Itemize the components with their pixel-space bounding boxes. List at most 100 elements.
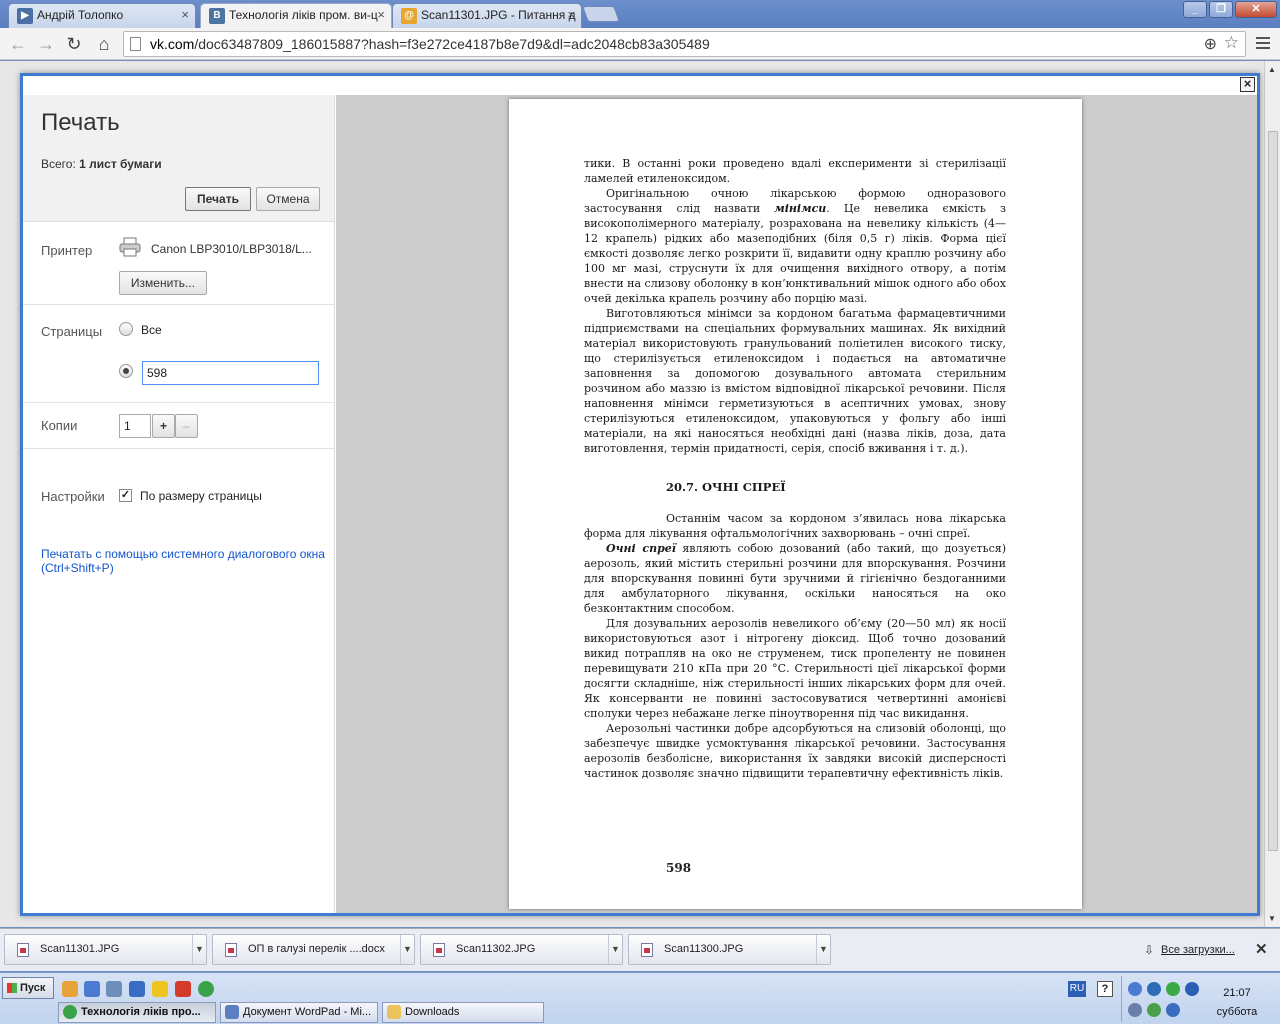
image-file-icon (433, 943, 445, 957)
copies-label: Копии (41, 418, 78, 433)
tray-app-icon[interactable] (1128, 1003, 1142, 1017)
tray-clover-icon[interactable] (1166, 982, 1180, 996)
download-item[interactable]: Scan11302.JPG ▼ (420, 934, 623, 965)
tray-antivirus-icon[interactable] (1147, 1003, 1161, 1017)
printer-label: Принтер (41, 243, 93, 258)
all-downloads-link[interactable]: Все загрузки... (1161, 944, 1235, 956)
chevron-down-icon[interactable]: ▼ (400, 935, 414, 964)
quicklaunch-1c-icon[interactable] (62, 981, 78, 997)
language-indicator[interactable]: RU (1068, 981, 1086, 997)
copies-minus-button[interactable]: – (175, 414, 198, 438)
pages-custom-radio[interactable] (119, 364, 133, 378)
pages-label: Страницы (41, 324, 103, 339)
tray-info-icon[interactable] (1185, 982, 1199, 996)
download-arrow-icon: ⇩ (1144, 943, 1155, 957)
paragraph: Останнім часом за кордоном з’явилась нов… (584, 512, 1006, 540)
home-icon[interactable]: ⌂ (92, 32, 116, 56)
paragraph: Для дозувальних аерозолів невеликого об’… (584, 617, 1006, 720)
print-title: Печать (41, 109, 120, 136)
tray-volume-icon[interactable] (1147, 982, 1161, 996)
reload-icon[interactable]: ↻ (62, 32, 86, 56)
chevron-down-icon[interactable]: ▼ (816, 935, 830, 964)
pages-all-radio[interactable] (119, 322, 133, 336)
chevron-down-icon[interactable]: ▼ (608, 935, 622, 964)
download-item[interactable]: Scan11301.JPG ▼ (4, 934, 207, 965)
page-scrollbar[interactable]: ▲ ▼ (1264, 61, 1280, 927)
paragraph: тики. В останні роки проведено вдалі екс… (584, 157, 1006, 185)
tray-bluetooth-icon[interactable] (1166, 1003, 1180, 1017)
quicklaunch-network-icon[interactable] (106, 981, 122, 997)
video-icon: ▶ (17, 8, 33, 24)
quicklaunch-chrome-icon[interactable] (198, 981, 214, 997)
mail-icon: @ (401, 8, 417, 24)
print-settings-panel: Печать Всего: 1 лист бумаги Печать Отмен… (23, 95, 335, 913)
wordpad-icon (225, 1005, 239, 1019)
quicklaunch-explorer-icon[interactable] (129, 981, 145, 997)
help-icon[interactable]: ? (1097, 981, 1113, 997)
print-button[interactable]: Печать (185, 187, 251, 211)
folder-icon (387, 1005, 401, 1019)
tab-scan[interactable]: @ Scan11301.JPG - Питання д × (392, 3, 582, 28)
start-button[interactable]: Пуск (2, 977, 54, 999)
clock-time: 21:07 (1223, 987, 1251, 999)
bookmark-star-icon[interactable]: ☆ (1224, 33, 1239, 53)
clock[interactable]: 21:07 суббота (1202, 984, 1272, 1022)
tab-andrii[interactable]: ▶ Андрій Толопко × (8, 3, 196, 28)
scroll-thumb[interactable] (1268, 131, 1278, 851)
tray-network-icon[interactable] (1128, 982, 1142, 996)
sheet-count: Всего: 1 лист бумаги (41, 157, 162, 171)
dialog-close-icon[interactable]: × (1240, 77, 1255, 92)
change-printer-button[interactable]: Изменить... (119, 271, 207, 295)
quicklaunch-star-icon[interactable] (152, 981, 168, 997)
task-wordpad[interactable]: Документ WordPad - Mi... (220, 1002, 378, 1023)
task-downloads[interactable]: Downloads (382, 1002, 544, 1023)
pages-input[interactable]: 598 (142, 361, 319, 385)
print-preview: тики. В останні роки проведено вдалі екс… (336, 95, 1257, 913)
tab-close-icon[interactable]: × (377, 4, 385, 26)
new-tab-button[interactable] (582, 6, 620, 22)
tab-close-icon[interactable]: × (181, 4, 189, 26)
address-bar[interactable]: vk.com/doc63487809_186015887?hash=f3e272… (123, 31, 1246, 57)
cancel-button[interactable]: Отмена (256, 187, 320, 211)
minimize-button[interactable]: _ (1183, 1, 1207, 18)
download-filename: Scan11302.JPG (456, 943, 536, 955)
restore-button[interactable]: ❐ (1209, 1, 1233, 18)
quicklaunch-opera-icon[interactable] (175, 981, 191, 997)
settings-label: Настройки (41, 489, 105, 504)
task-label: Downloads (405, 1006, 460, 1018)
download-item[interactable]: Scan11300.JPG ▼ (628, 934, 831, 965)
menu-icon[interactable] (1256, 34, 1272, 54)
system-dialog-link[interactable]: Печатать с помощью системного диалоговог… (41, 547, 341, 575)
close-icon[interactable]: ✕ (1255, 940, 1268, 958)
tab-technology[interactable]: В Технологія ліків пром. ви-ц × (200, 3, 392, 28)
fit-to-page-checkbox[interactable]: ✓ (119, 489, 132, 502)
back-icon[interactable]: ← (6, 32, 30, 56)
image-file-icon (17, 943, 29, 957)
settings-section: Настройки ✓ По размеру страницы (23, 449, 335, 527)
zoom-icon[interactable]: ⊕ (1204, 34, 1217, 54)
tab-label: Scan11301.JPG - Питання д (421, 8, 576, 22)
pages-all-label: Все (141, 323, 162, 337)
paragraph: Очні спреї являють собою дозований (або … (584, 542, 1006, 615)
fit-to-page-label: По размеру страницы (140, 489, 262, 503)
tab-close-icon[interactable]: × (567, 4, 575, 26)
document-file-icon (225, 943, 237, 957)
browser-toolbar: ← → ↻ ⌂ vk.com/doc63487809_186015887?has… (0, 28, 1280, 60)
window-close-button[interactable]: ✕ (1235, 1, 1277, 18)
download-item[interactable]: ОП в галузі перелік ....docx ▼ (212, 934, 415, 965)
scroll-up-icon[interactable]: ▲ (1268, 65, 1276, 74)
scroll-down-icon[interactable]: ▼ (1268, 914, 1276, 923)
chrome-icon (63, 1005, 77, 1019)
printer-name: Canon LBP3010/LBP3018/L... (151, 242, 312, 256)
copies-input[interactable]: 1 (119, 414, 151, 438)
copies-plus-button[interactable]: + (152, 414, 175, 438)
task-label: Технологія ліків про... (81, 1006, 201, 1018)
vk-icon: В (209, 8, 225, 24)
task-chrome[interactable]: Технологія ліків про... (58, 1002, 216, 1023)
forward-icon[interactable]: → (34, 32, 58, 56)
url-text[interactable]: vk.com/doc63487809_186015887?hash=f3e272… (150, 32, 710, 56)
chevron-down-icon[interactable]: ▼ (192, 935, 206, 964)
printer-section: Принтер Canon LBP3010/LBP3018/L... Измен… (23, 223, 335, 305)
quicklaunch-ie-icon[interactable] (84, 981, 100, 997)
image-file-icon (641, 943, 653, 957)
